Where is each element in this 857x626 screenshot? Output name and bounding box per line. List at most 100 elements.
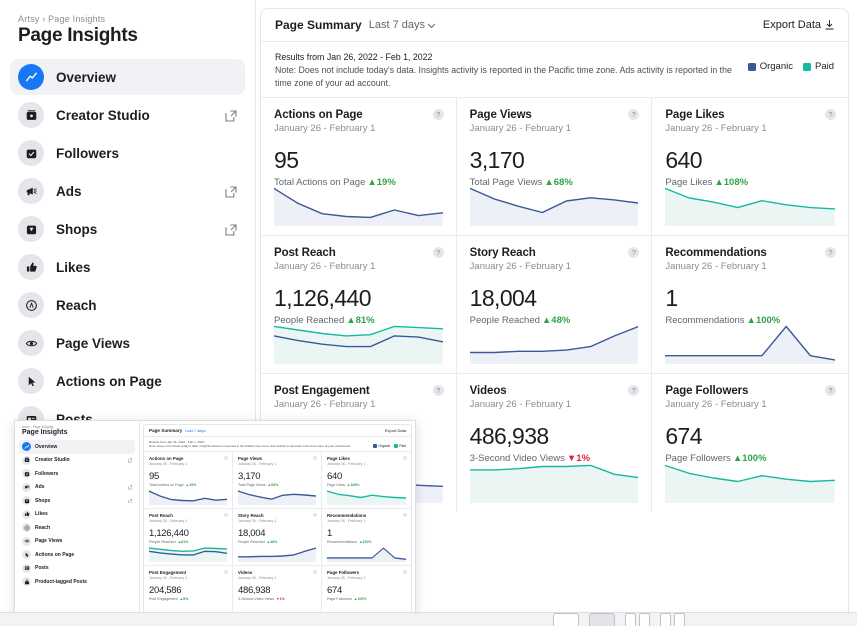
sidebar-item-likes[interactable]: Likes	[10, 249, 245, 285]
followers-icon	[26, 149, 36, 158]
mini-card-info-icon[interactable]	[313, 570, 317, 575]
mini-sidebar-item-page-views[interactable]: Page Views	[19, 535, 135, 549]
window-thumb-pair-2[interactable]	[659, 613, 685, 626]
sidebar-item-creator-studio[interactable]: Creator Studio	[10, 97, 245, 133]
sidebar-item-followers[interactable]: Followers	[10, 135, 245, 171]
card-sparkline-chart	[665, 457, 835, 504]
megaphone-icon	[24, 485, 29, 490]
mini-card-info-icon[interactable]	[224, 456, 228, 461]
sidebar-item-actions-on-page[interactable]: Actions on Page	[10, 363, 245, 399]
window-thumb-pair-2-a[interactable]	[659, 613, 671, 626]
export-data-button[interactable]: Export Data	[763, 19, 834, 31]
window-thumb-1[interactable]	[552, 613, 579, 626]
megaphone-icon	[26, 187, 37, 195]
mini-sidebar-item-ads[interactable]: Ads	[19, 481, 135, 495]
mini-card-date-range: January 26 - February 1	[149, 576, 188, 581]
mini-metric-card-story-reach[interactable]: Story Reach January 26 - February 1 18,004…	[233, 509, 322, 567]
card-value: 95	[274, 147, 299, 174]
card-info-icon[interactable]: ?	[432, 247, 444, 259]
sidebar-item-label: Creator Studio	[56, 107, 150, 123]
mini-export-data-button[interactable]: Export Data	[385, 428, 406, 433]
mini-card-info-icon[interactable]	[403, 513, 407, 518]
mini-sidebar-item-product-tagged-posts[interactable]: Product-tagged Posts	[19, 575, 135, 589]
mini-card-sparkline-chart	[238, 544, 316, 563]
external-link-icon[interactable]	[225, 109, 237, 122]
shops-icon	[24, 498, 29, 503]
window-thumb-pair-2-b[interactable]	[673, 613, 685, 626]
sidebar-item-page-views[interactable]: Page Views	[10, 325, 245, 361]
mini-page-title: Page Insights	[22, 429, 68, 436]
window-thumb-2-selected[interactable]	[588, 613, 615, 626]
mini-card-info-icon[interactable]	[224, 570, 228, 575]
mini-sidebar-item-likes[interactable]: Likes	[19, 508, 135, 522]
card-sparkline-chart	[274, 318, 443, 365]
mini-sidebar-item-actions-on-page[interactable]: Actions on Page	[19, 548, 135, 562]
card-info-icon[interactable]: ?	[432, 109, 444, 121]
metric-card-actions-on-page[interactable]: Actions on Page January 26 - February 1 95…	[261, 98, 457, 237]
metric-card-post-reach[interactable]: Post Reach January 26 - February 1 1,126,4…	[261, 236, 457, 375]
mini-metric-card-recommendations[interactable]: Recommendations January 26 - February 11R…	[322, 509, 411, 567]
mini-panel: Page Summary Last 7 days Export Data Res…	[143, 424, 412, 617]
note-line-2: Note: Does not include today's data. Ins…	[275, 64, 732, 88]
external-link-icon[interactable]	[225, 223, 237, 236]
mini-metric-card-page-followers[interactable]: Page Followers January 26 - February 1 674…	[322, 566, 411, 617]
mini-metric-card-post-engagement[interactable]: Post Engagement January 26 - February 1 20…	[144, 566, 233, 617]
metric-card-recommendations[interactable]: Recommendations January 26 - February 11R…	[652, 236, 848, 375]
mini-card-info-icon[interactable]	[403, 456, 407, 461]
sidebar-item-reach[interactable]: Reach	[10, 287, 245, 323]
metric-card-videos[interactable]: Videos January 26 - February 1 486,938 3-Se…	[457, 374, 653, 513]
mini-card-metric: Page Followers ▲100%	[327, 597, 406, 601]
external-link-icon[interactable]	[127, 498, 133, 504]
mini-metric-card-page-views[interactable]: Page Views January 26 - February 1 3,170 To…	[233, 452, 322, 510]
mini-card-value: 18,004	[238, 528, 266, 540]
legend-swatch	[802, 62, 811, 71]
page-title: Page Insights	[18, 25, 138, 46]
mini-card-info-icon[interactable]	[313, 513, 317, 518]
sidebar-item-overview[interactable]: Overview	[10, 59, 245, 95]
mini-sidebar-item-creator-studio[interactable]: Creator Studio	[19, 454, 135, 468]
results-note: Results from Jan 26, 2022 - Feb 1, 2022 …	[261, 42, 848, 99]
mini-metric-card-post-reach[interactable]: Post Reach January 26 - February 1 1,126,4…	[144, 509, 233, 567]
metric-card-story-reach[interactable]: Story Reach January 26 - February 1 18,004…	[456, 236, 653, 375]
mini-sidebar-item-reach[interactable]: Reach	[19, 521, 135, 535]
mini-card-info-icon[interactable]	[224, 513, 228, 518]
card-info-icon[interactable]: ?	[432, 385, 444, 397]
window-thumb-pair-1-a[interactable]	[624, 613, 636, 626]
chart-line-icon	[25, 71, 37, 81]
creator-studio-icon	[18, 102, 44, 128]
card-value: 1,126,440	[274, 285, 372, 312]
mini-card-sparkline-chart	[238, 487, 316, 506]
window-thumb-pair-1[interactable]	[624, 613, 650, 626]
mini-card-date-range: January 26 - February 1	[149, 519, 188, 524]
sidebar-item-ads[interactable]: Ads	[10, 173, 245, 209]
mini-metric-card-page-likes[interactable]: Page Likes January 26 - February 1 640 Page…	[322, 452, 411, 510]
cursor-icon	[25, 552, 29, 557]
mini-date-range[interactable]: Last 7 days	[185, 428, 205, 433]
mini-card-date-range: January 26 - February 1	[238, 576, 277, 581]
mini-preview-window[interactable]: Artsy › Page Insights Page Insights Over…	[14, 420, 416, 618]
mini-card-value: 640	[327, 471, 342, 483]
mini-sidebar-item-overview[interactable]: Overview	[19, 440, 135, 454]
mini-sidebar-item-label: Product-tagged Posts	[35, 578, 87, 585]
mini-sidebar-item-posts[interactable]: Posts	[19, 562, 135, 576]
card-title: Page Likes	[665, 109, 725, 122]
external-link-icon[interactable]	[127, 458, 133, 463]
external-link-icon[interactable]	[225, 185, 237, 198]
date-range-selector[interactable]: Last 7 days	[369, 19, 435, 31]
metric-card-page-views[interactable]: Page Views January 26 - February 1 3,170 To…	[456, 98, 653, 237]
mini-metric-card-videos[interactable]: Videos January 26 - February 1 486,938 3-Se…	[233, 566, 322, 617]
mini-main-content: Page Summary Last 7 days Export Data Res…	[140, 421, 415, 617]
mini-card-info-icon[interactable]	[313, 456, 317, 461]
mini-sidebar-item-followers[interactable]: Followers	[19, 467, 135, 481]
mini-card-info-icon[interactable]	[403, 570, 407, 575]
card-title: Recommendations	[665, 247, 767, 260]
sidebar-item-shops[interactable]: Shops	[10, 211, 245, 247]
window-thumb-pair-1-b[interactable]	[638, 613, 650, 626]
external-link-icon[interactable]	[127, 485, 133, 490]
metric-card-page-likes[interactable]: Page Likes January 26 - February 1 640 Page…	[652, 98, 848, 237]
mini-card-metric: Post Engagement ▲8%	[149, 597, 227, 601]
mini-metric-card-actions-on-page[interactable]: Actions on Page January 26 - February 1 95…	[144, 452, 233, 510]
metric-card-page-followers[interactable]: Page Followers January 26 - February 1 674…	[652, 374, 848, 512]
mini-sidebar-item-shops[interactable]: Shops	[19, 494, 135, 508]
mini-legend-label: Organic	[378, 444, 391, 448]
